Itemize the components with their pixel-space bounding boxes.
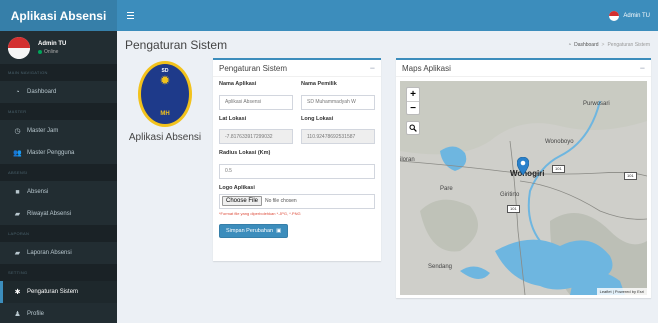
nav-header-absensi: ABSENSI [0, 164, 117, 181]
online-dot-icon [38, 49, 42, 54]
map-canvas[interactable]: + − Purwosari Wonoboyo iloran Wonogiri P… [400, 81, 647, 295]
brand-logo[interactable]: Aplikasi Absensi [0, 0, 117, 31]
content-header: Pengaturan Sistem ◔ Dashboard > Pengatur… [117, 31, 658, 59]
school-logo: SD ✹ MH [138, 61, 192, 127]
map-label-pare: Pare [440, 186, 453, 192]
long-lokasi-input[interactable] [301, 129, 375, 144]
road-badge: 101 [552, 165, 565, 173]
user-panel: Admin TU Online [0, 31, 117, 64]
settings-box: Pengaturan Sistem − Nama Aplikasi Nama P… [213, 58, 381, 261]
app-name: Aplikasi Absensi [128, 132, 202, 143]
nama-pemilik-input[interactable] [301, 94, 375, 110]
breadcrumb: ◔ Dashboard > Pengaturan Sistem [568, 42, 650, 48]
sidebar: Aplikasi Absensi Admin TU Online MAIN NA… [0, 0, 117, 323]
dashboard-icon: ◔ [568, 42, 572, 48]
logo-column: SD ✹ MH Aplikasi Absensi [117, 61, 213, 143]
logo-label: Logo Aplikasi [219, 184, 255, 191]
nav-header-main: MAIN NAVIGATION [0, 64, 117, 81]
top-user-menu[interactable]: Admin TU [609, 10, 650, 21]
map-box-title: Maps Aplikasi [402, 63, 451, 73]
nav-header-setting: SETTING [0, 264, 117, 281]
top-user-name: Admin TU [623, 12, 650, 19]
nama-aplikasi-input[interactable] [219, 94, 293, 110]
avatar [8, 36, 30, 59]
sidebar-item-laporan-absensi[interactable]: ▰ Laporan Absensi [0, 242, 117, 264]
zoom-control: + − [406, 87, 420, 115]
road-badge: 101 [624, 172, 637, 180]
sidebar-item-profile[interactable]: ♟ Profile [0, 303, 117, 323]
nama-aplikasi-label: Nama Aplikasi [219, 81, 257, 87]
content: Pengaturan Sistem ◔ Dashboard > Pengatur… [117, 31, 658, 323]
user-icon: ♟ [14, 311, 21, 318]
map-label-purwosari: Purwosari [583, 101, 610, 107]
zoom-in-button[interactable]: + [407, 88, 419, 101]
collapse-icon[interactable]: − [370, 63, 375, 73]
camera-icon: ■ [15, 188, 20, 196]
avatar-small [609, 10, 620, 21]
topbar: Admin TU [117, 0, 658, 31]
users-icon: 👥 [13, 150, 22, 157]
map-label-wonoboyo: Wonoboyo [545, 139, 574, 145]
page-title: Pengaturan Sistem [125, 38, 228, 52]
settings-box-title: Pengaturan Sistem [219, 63, 288, 73]
file-format-hint: *Format file yang diperbolehkan *.JPG, *… [219, 210, 301, 216]
lat-lokasi-input[interactable] [219, 129, 293, 144]
map-search-icon[interactable] [406, 121, 420, 135]
map-label-giritirto: Giritirto [500, 192, 520, 198]
sidebar-item-master-jam[interactable]: ◷ Master Jam [0, 120, 117, 142]
choose-file-button[interactable]: Choose File [222, 196, 263, 206]
report-icon: ▰ [14, 250, 21, 257]
menu-toggle-icon[interactable] [125, 10, 136, 21]
clock-icon: ◷ [14, 128, 21, 135]
book-icon: ▰ [14, 211, 21, 218]
file-status: No file chosen [265, 198, 297, 204]
user-name: Admin TU [38, 40, 67, 47]
sidebar-item-riwayat-absensi[interactable]: ▰ Riwayat Absensi [0, 203, 117, 225]
nav-header-master: MASTER [0, 103, 117, 120]
map-box: Maps Aplikasi − + − Purwosari Wonoboyo i… [396, 58, 651, 298]
map-label-sendang: Sendang [428, 264, 453, 270]
long-lokasi-label: Long Lokasi [301, 115, 334, 122]
logo-file-input[interactable]: Choose File No file chosen [219, 193, 375, 209]
radius-label: Radius Lokasi (Km) [219, 150, 271, 156]
save-button[interactable]: Simpan Perubahan ▣ [219, 223, 289, 238]
road-badge: 101 [507, 205, 520, 213]
breadcrumb-home[interactable]: Dashboard [574, 42, 598, 48]
nav-header-laporan: LAPORAN [0, 225, 117, 242]
sidebar-item-pengaturan-sistem[interactable]: ✱ Pengaturan Sistem [0, 281, 117, 303]
floppy-icon: ▣ [276, 227, 282, 234]
zoom-out-button[interactable]: − [407, 101, 419, 114]
map-label-iloran: iloran [400, 157, 415, 163]
lat-lokasi-label: Lat Lokasi [219, 115, 247, 122]
nama-pemilik-label: Nama Pemilik [301, 81, 337, 87]
sidebar-item-absensi[interactable]: ■ Absensi [0, 181, 117, 203]
map-marker-icon[interactable] [517, 157, 529, 175]
sidebar-item-dashboard[interactable]: ◔ Dashboard [0, 81, 117, 103]
sidebar-item-master-pengguna[interactable]: 👥 Master Pengguna [0, 142, 117, 164]
radius-input[interactable] [219, 163, 375, 179]
user-status: Online [38, 49, 66, 55]
map-attribution[interactable]: Leaflet | Powered by Esri [596, 288, 647, 295]
dashboard-icon: ◔ [15, 88, 20, 96]
gear-icon: ✱ [14, 289, 21, 296]
collapse-icon[interactable]: − [640, 63, 645, 73]
breadcrumb-current: Pengaturan Sistem [607, 42, 650, 48]
